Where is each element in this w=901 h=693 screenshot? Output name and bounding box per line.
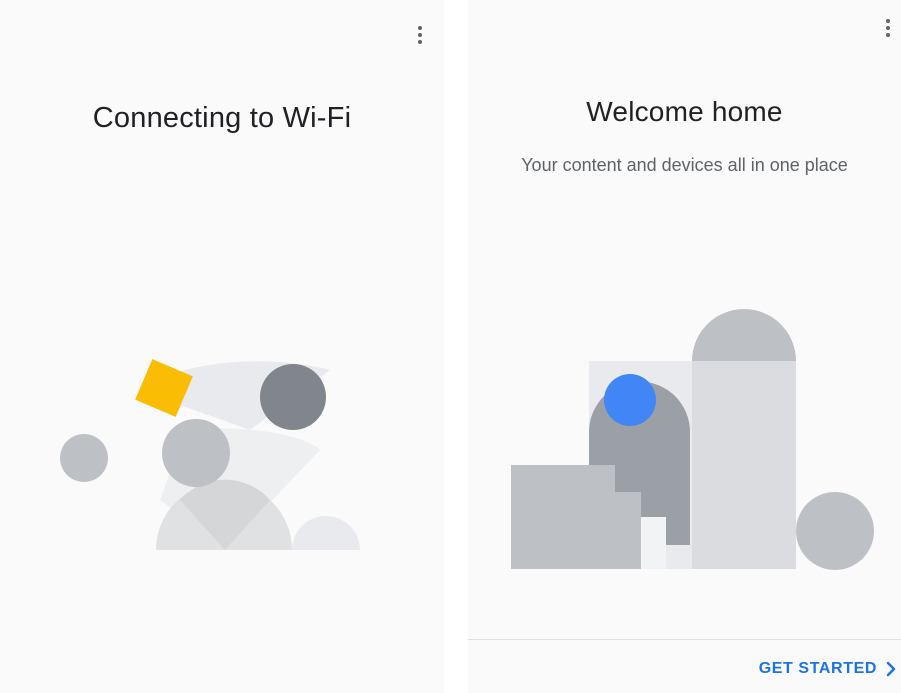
left-block — [511, 465, 615, 569]
chevron-right-icon — [886, 661, 896, 677]
right-circle — [796, 492, 874, 570]
yellow-square — [135, 359, 193, 417]
small-circle — [60, 434, 108, 482]
get-started-button[interactable]: GET STARTED — [759, 655, 897, 683]
connecting-screen: Connecting to Wi-Fi — [0, 0, 444, 693]
welcome-screen: Welcome home Your content and devices al… — [468, 0, 901, 693]
bottom-divider — [468, 639, 901, 640]
small-dome — [292, 516, 360, 550]
blue-circle — [604, 374, 656, 426]
home-illustration — [511, 309, 874, 570]
tower-dome — [692, 309, 796, 361]
left-block-step — [615, 492, 641, 569]
dark-circle — [260, 364, 326, 430]
center-circle — [162, 419, 230, 487]
get-started-label: GET STARTED — [758, 660, 877, 677]
door-notch — [640, 517, 666, 569]
tower-body — [692, 361, 796, 569]
wifi-illustration — [60, 359, 360, 550]
